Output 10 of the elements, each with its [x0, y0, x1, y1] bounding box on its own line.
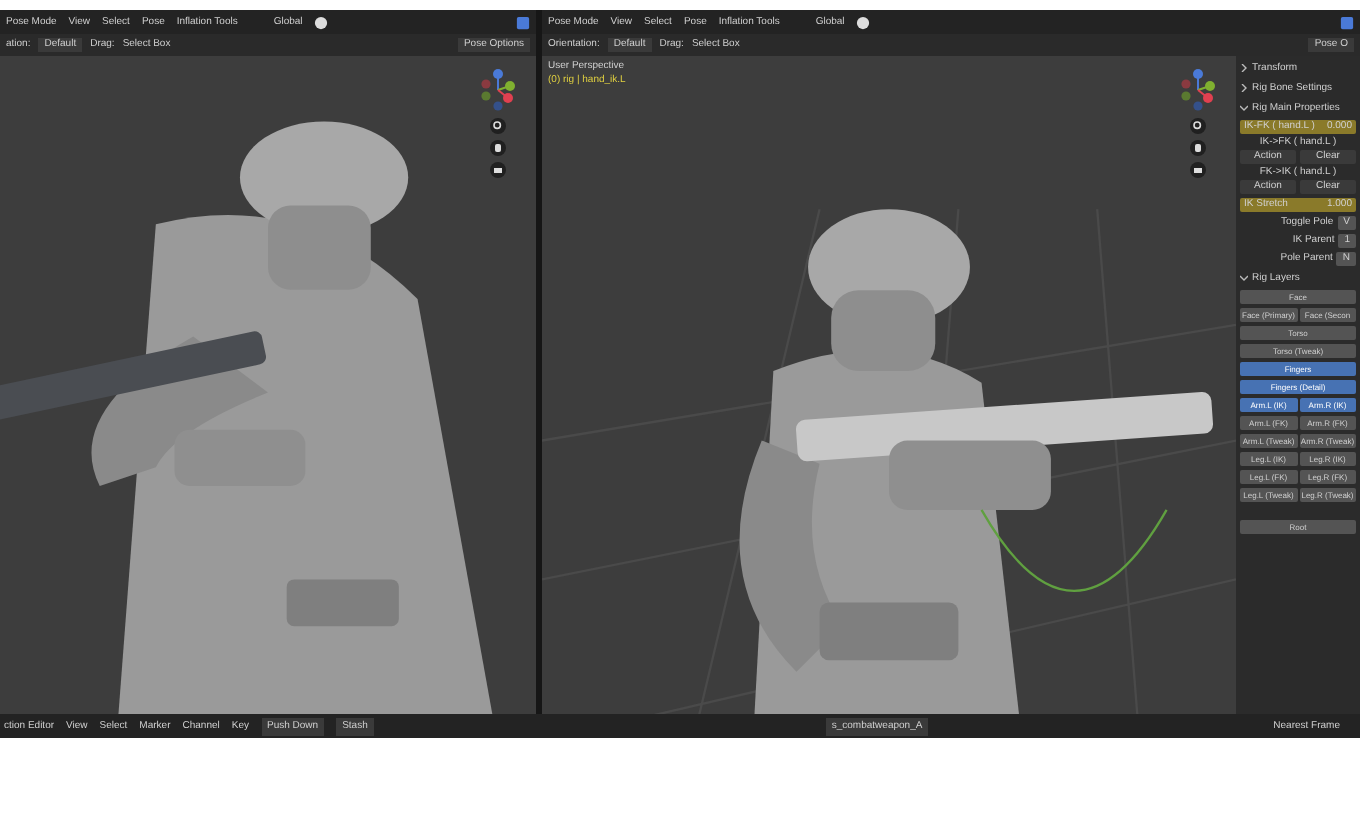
axis-gizmo-icon[interactable] — [1176, 68, 1220, 112]
expanded-chevron-icon[interactable] — [1240, 274, 1248, 282]
collapsed-chevron-icon[interactable] — [1240, 64, 1248, 72]
shading-icon[interactable] — [856, 15, 871, 29]
zoom-icon[interactable] — [490, 118, 506, 134]
shading-icon[interactable] — [314, 15, 329, 29]
expanded-chevron-icon[interactable] — [1240, 104, 1248, 112]
collapsed-chevron-icon[interactable] — [1240, 84, 1248, 92]
axis-gizmo-icon[interactable] — [476, 68, 520, 112]
zoom-icon[interactable] — [1190, 118, 1206, 134]
